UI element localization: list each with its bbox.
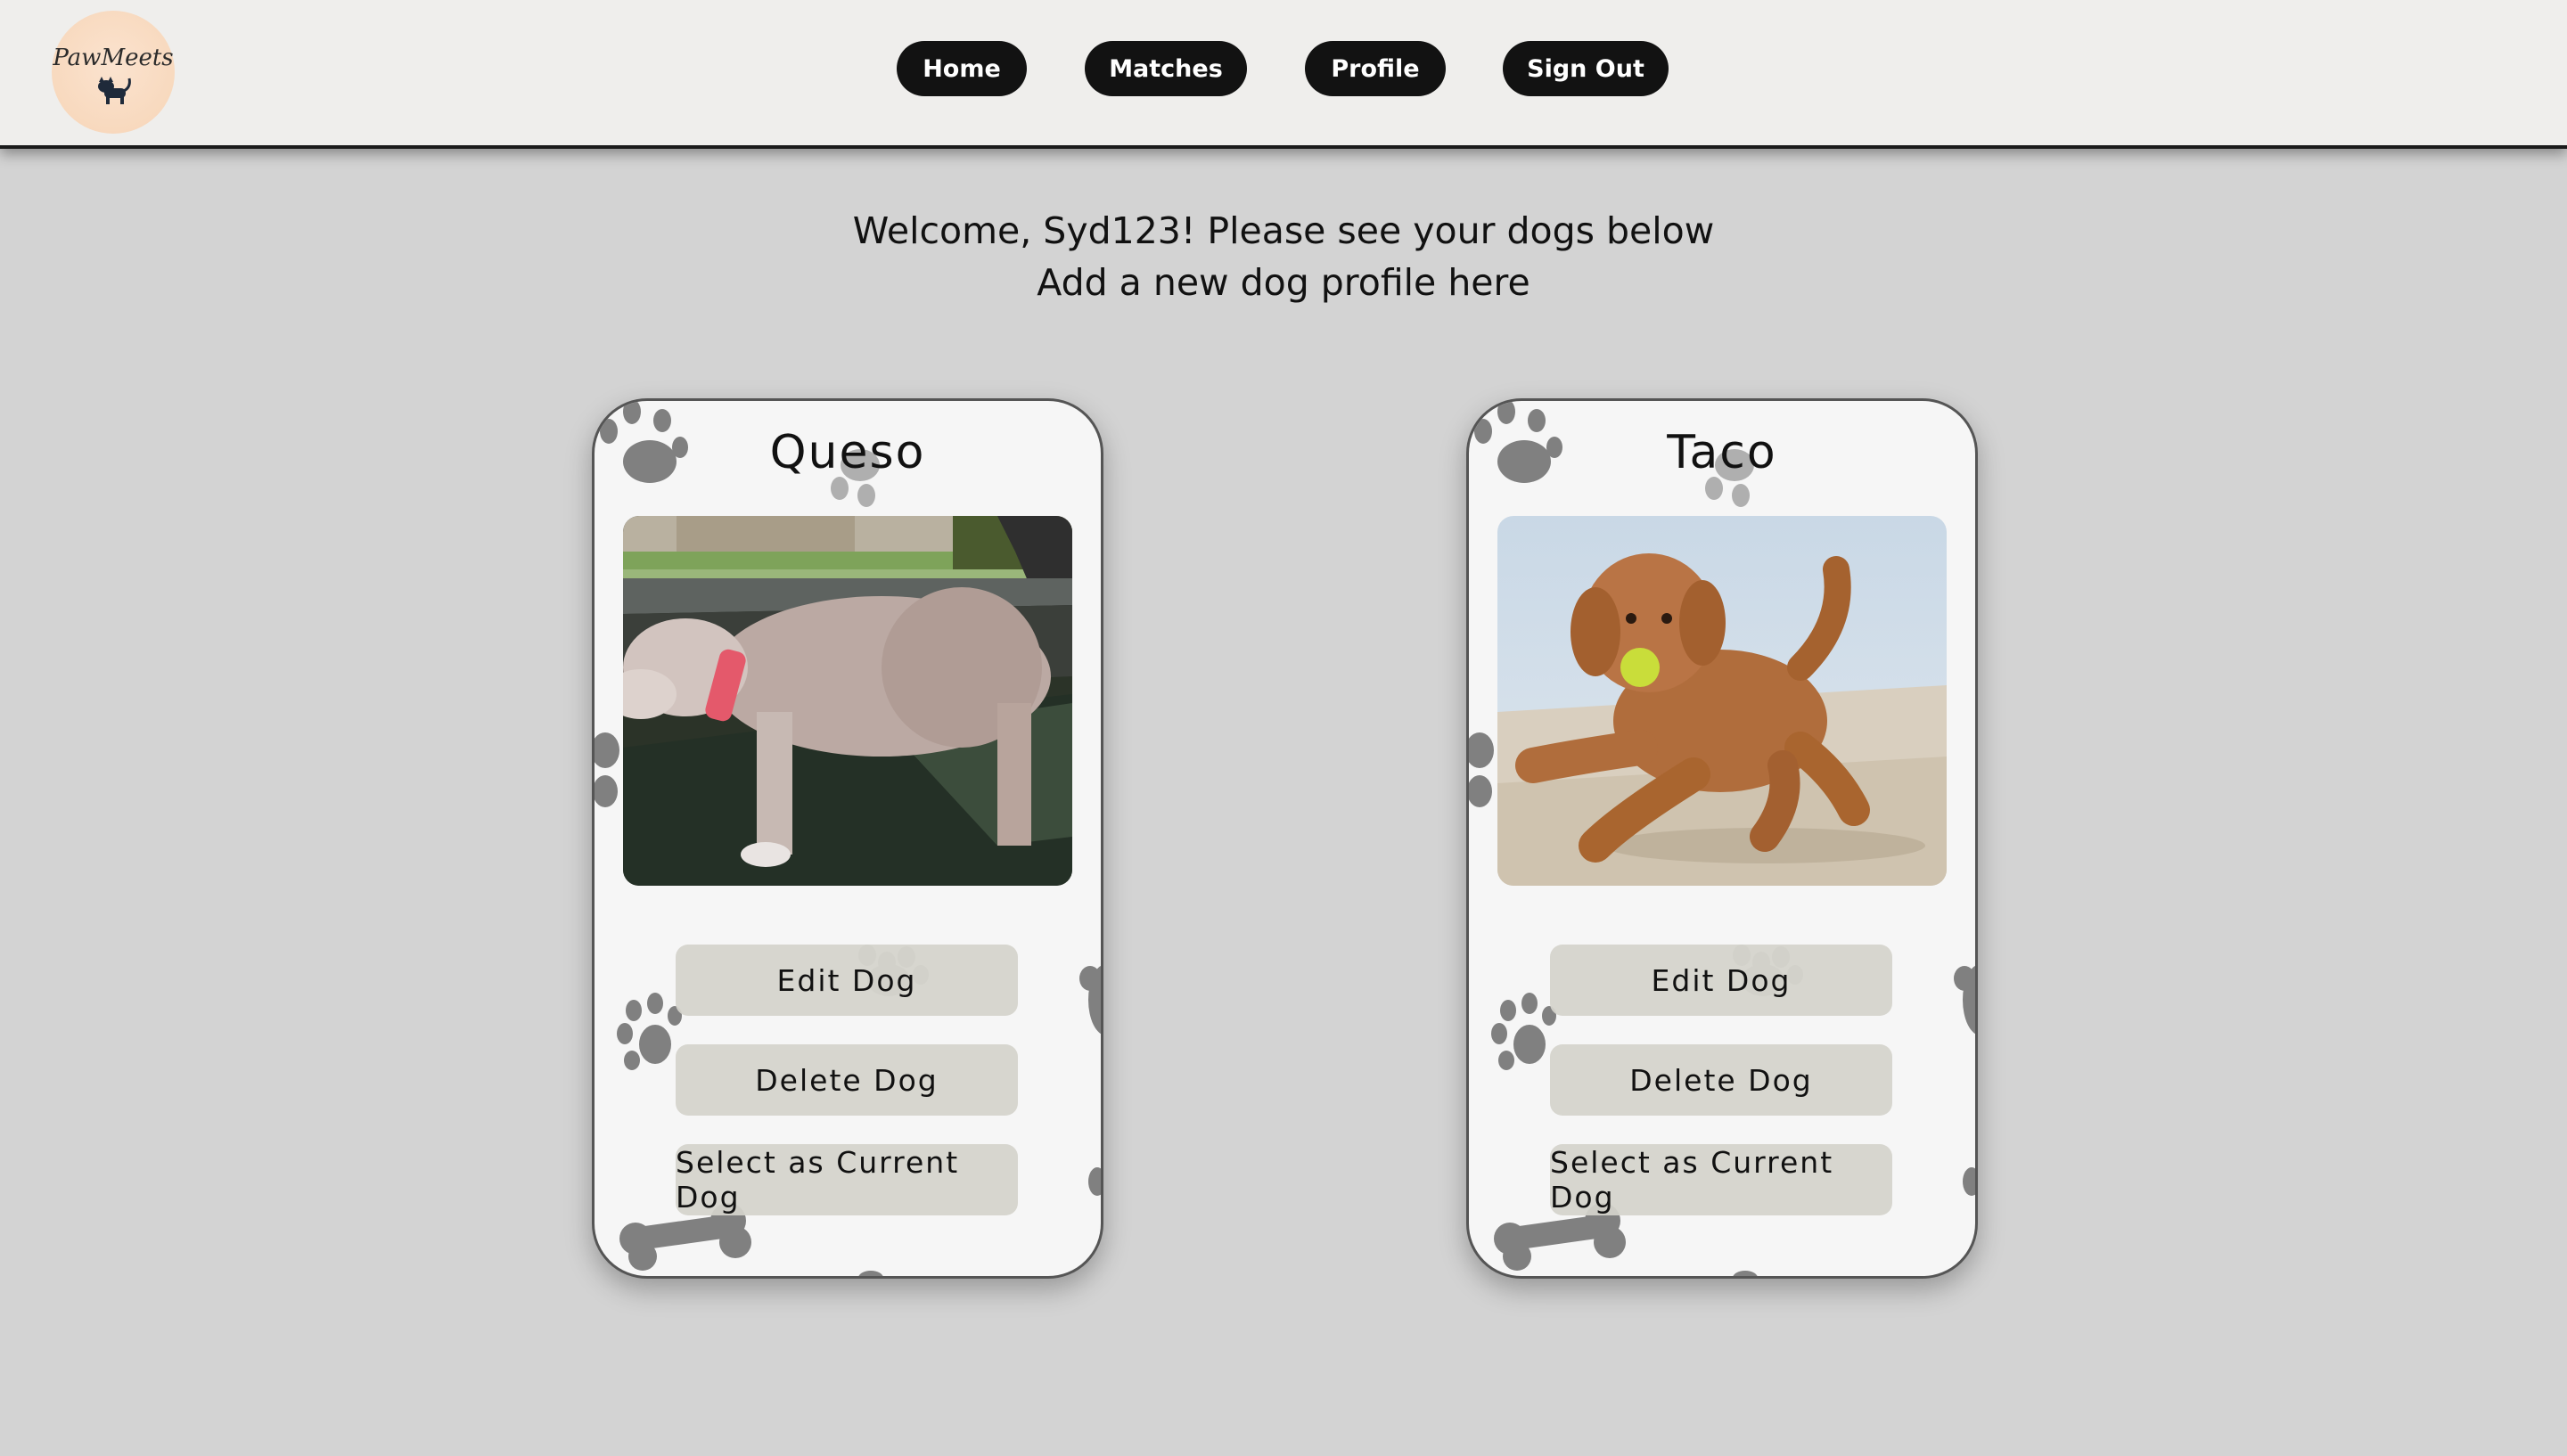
welcome-message: Welcome, Syd123! Please see your dogs be… bbox=[0, 205, 2567, 308]
dog-photo-queso bbox=[623, 516, 1072, 886]
dog-name: Queso bbox=[769, 426, 926, 479]
delete-dog-button[interactable]: Delete Dog bbox=[1550, 1044, 1892, 1116]
cat-icon bbox=[98, 77, 131, 104]
dog-name: Taco bbox=[1667, 426, 1777, 479]
delete-dog-button[interactable]: Delete Dog bbox=[676, 1044, 1018, 1116]
nav-matches-button[interactable]: Matches bbox=[1085, 41, 1247, 96]
dog-photo-image bbox=[623, 516, 1072, 886]
select-current-dog-button[interactable]: Select as Current Dog bbox=[1550, 1144, 1892, 1215]
dog-card-taco: Taco Edit Dog Delete Dog Select as Curre… bbox=[1466, 398, 1978, 1279]
edit-dog-button[interactable]: Edit Dog bbox=[676, 945, 1018, 1016]
logo-text: PawMeets bbox=[53, 45, 174, 71]
dog-photo-taco bbox=[1497, 516, 1947, 886]
nav-profile-button[interactable]: Profile bbox=[1305, 41, 1446, 96]
dog-card-queso: Queso Edit Dog Delete Dog Select as Curr… bbox=[592, 398, 1103, 1279]
nav-sign-out-button[interactable]: Sign Out bbox=[1503, 41, 1669, 96]
add-dog-link[interactable]: Add a new dog profile here bbox=[0, 257, 2567, 308]
select-current-dog-button[interactable]: Select as Current Dog bbox=[676, 1144, 1018, 1215]
nav-home-button[interactable]: Home bbox=[897, 41, 1027, 96]
pawmeets-logo[interactable]: PawMeets bbox=[52, 11, 175, 134]
welcome-text: Welcome, Syd123! Please see your dogs be… bbox=[852, 209, 1715, 252]
dog-photo-image bbox=[1497, 516, 1947, 886]
navbar: PawMeets Home Matches Profile Sign Out bbox=[0, 0, 2567, 149]
edit-dog-button[interactable]: Edit Dog bbox=[1550, 945, 1892, 1016]
